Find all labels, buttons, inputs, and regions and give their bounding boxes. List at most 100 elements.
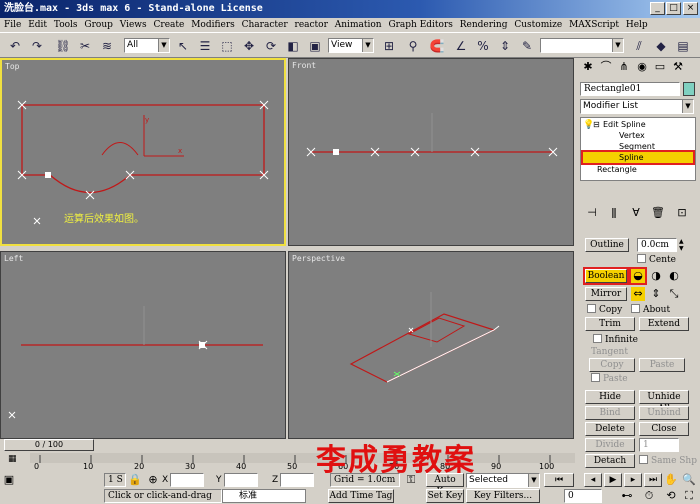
track-bar[interactable]: ▦ 0 10 20 30 40 50 60 70 80 90 100 (0, 451, 577, 473)
menu-create[interactable]: Create (154, 20, 185, 30)
pivot-center-icon[interactable]: ⊞ (380, 37, 398, 55)
viewport-front[interactable]: Front (288, 58, 574, 246)
tangent-copy-button[interactable]: Copy (589, 358, 635, 372)
outline-button[interactable]: Outline (585, 238, 629, 252)
mirror-icon[interactable]: ⫽ (630, 37, 648, 55)
time-slider[interactable]: 0 / 100 (0, 439, 577, 451)
key-mode-icon[interactable]: ⊷ (620, 489, 634, 503)
tangent-paste-button[interactable]: Paste (639, 358, 685, 372)
menu-group[interactable]: Group (84, 20, 112, 30)
union-icon[interactable]: ◒ (629, 267, 647, 285)
menu-maxscript[interactable]: MAXScript (569, 20, 619, 30)
menu-tools[interactable]: Tools (54, 20, 78, 30)
previous-frame-button[interactable]: ◂ (584, 473, 602, 487)
bind-button[interactable]: Bind (585, 406, 635, 420)
bind-space-warp-icon[interactable]: ≋ (98, 37, 116, 55)
configure-sets-icon[interactable]: ⊡ (675, 206, 689, 220)
menu-views[interactable]: Views (120, 20, 147, 30)
spinner-icon[interactable]: ▲ ▼ (679, 238, 687, 252)
object-color-swatch[interactable] (683, 82, 695, 96)
select-manipulate-icon[interactable]: ▣ (306, 37, 324, 55)
percent-snap-icon[interactable]: % (474, 37, 492, 55)
boolean-button[interactable]: Boolean (583, 267, 629, 285)
absolute-mode-icon[interactable]: ⊕ (146, 473, 160, 487)
expand-icon[interactable]: ⊟ (593, 120, 600, 129)
subtraction-icon[interactable]: ◑ (649, 269, 663, 283)
time-slider-thumb[interactable]: 0 / 100 (4, 439, 94, 451)
select-object-icon[interactable]: ↖ (174, 37, 192, 55)
unlink-icon[interactable]: ✂ (76, 37, 94, 55)
named-selection-dropdown[interactable]: ▼ (540, 38, 624, 53)
menu-edit[interactable]: Edit (28, 20, 47, 30)
next-frame-button[interactable]: ▸ (624, 473, 642, 487)
modifier-list-dropdown[interactable]: Modifier List ▼ (580, 99, 694, 114)
auto-key-button[interactable]: Auto Key (426, 473, 464, 497)
outline-value-field[interactable]: 0.0cm (637, 238, 677, 252)
select-link-icon[interactable]: ⛓ (54, 37, 72, 55)
menu-modifiers[interactable]: Modifiers (191, 20, 235, 30)
zoom-icon[interactable]: 🔍 (682, 473, 696, 487)
pan-icon[interactable]: ✋ (664, 473, 678, 487)
menu-graph-editors[interactable]: Graph Editors (388, 20, 452, 30)
angle-snap-icon[interactable]: ∠ (452, 37, 470, 55)
go-to-end-button[interactable]: ⏭ (644, 473, 662, 487)
scale-icon[interactable]: ◧ (284, 37, 302, 55)
center-checkbox[interactable]: Cente (637, 254, 676, 266)
align-icon[interactable]: ◆ (652, 37, 670, 55)
viewport-perspective[interactable]: Perspective (288, 251, 574, 439)
stack-item-edit-spline[interactable]: Edit Spline (603, 119, 646, 130)
hierarchy-tab-icon[interactable]: ⋔ (617, 60, 631, 74)
extend-button[interactable]: Extend (639, 317, 689, 331)
maxscript-listener-icon[interactable]: ▣ (2, 473, 16, 487)
key-mode-dropdown[interactable]: Selected ▼ (466, 473, 540, 488)
spinner-snap-icon[interactable]: ⇕ (496, 37, 514, 55)
detach-button[interactable]: Detach (585, 454, 635, 468)
object-name-field[interactable]: Rectangle01 (580, 82, 680, 96)
mirror-vertical-icon[interactable]: ⇕ (649, 287, 663, 301)
close-button[interactable]: × (683, 2, 698, 15)
create-tab-icon[interactable]: ✱ (581, 60, 595, 74)
maximize-button[interactable]: □ (666, 2, 681, 15)
menu-rendering[interactable]: Rendering (460, 20, 508, 30)
selection-region-icon[interactable]: ⬚ (218, 37, 236, 55)
current-frame-field[interactable]: 0 (564, 489, 602, 503)
mirror-button[interactable]: Mirror (585, 287, 627, 301)
play-button[interactable]: ▶ (604, 473, 622, 487)
viewport-left[interactable]: Left (0, 251, 286, 439)
y-coordinate-field[interactable] (224, 473, 258, 487)
mirror-both-icon[interactable]: ⤡ (667, 287, 681, 301)
ime-toolbar[interactable]: 标准 (222, 489, 306, 503)
edit-named-selection-icon[interactable]: ✎ (518, 37, 536, 55)
stack-item-segment[interactable]: Segment (619, 141, 655, 152)
lock-selection-icon[interactable]: 🔒 (128, 473, 142, 487)
time-config-icon[interactable]: ⏱ (642, 489, 656, 503)
unbind-button[interactable]: Unbind (639, 406, 689, 420)
menu-reactor[interactable]: reactor (295, 20, 328, 30)
mirror-horizontal-icon[interactable]: ⇔ (631, 287, 645, 301)
infinite-bounds-checkbox[interactable]: Infinite (593, 334, 638, 346)
paste-length-checkbox[interactable]: Paste (591, 373, 628, 385)
snap-toggle-icon[interactable]: 🧲 (428, 37, 446, 55)
menu-animation[interactable]: Animation (335, 20, 382, 30)
menu-help[interactable]: Help (626, 20, 648, 30)
motion-tab-icon[interactable]: ◉ (635, 60, 649, 74)
minimize-button[interactable]: _ (650, 2, 665, 15)
trim-button[interactable]: Trim (585, 317, 635, 331)
z-coordinate-field[interactable] (280, 473, 314, 487)
stack-item-spline[interactable]: Spline (581, 150, 695, 165)
selection-filter-dropdown[interactable]: All ▼ (124, 38, 170, 53)
delete-button[interactable]: Delete (585, 422, 635, 436)
undo-icon[interactable]: ↶ (6, 37, 24, 55)
about-pivot-checkbox[interactable]: About (631, 304, 670, 316)
viewport-top[interactable]: Top y x 运算后效果如图。 (0, 58, 286, 246)
reference-coordinate-dropdown[interactable]: View ▼ (328, 38, 374, 53)
copy-checkbox[interactable]: Copy (587, 304, 622, 316)
redo-icon[interactable]: ↷ (28, 37, 46, 55)
divide-button[interactable]: Divide (585, 438, 635, 452)
divide-count-field[interactable]: 1 (639, 438, 679, 452)
maximize-viewport-icon[interactable]: ⛶ (682, 489, 696, 503)
stack-item-rectangle[interactable]: Rectangle (597, 164, 637, 175)
modify-tab-icon[interactable]: ⌒ (599, 60, 613, 74)
x-coordinate-field[interactable] (170, 473, 204, 487)
layer-manager-icon[interactable]: ▤ (674, 37, 692, 55)
